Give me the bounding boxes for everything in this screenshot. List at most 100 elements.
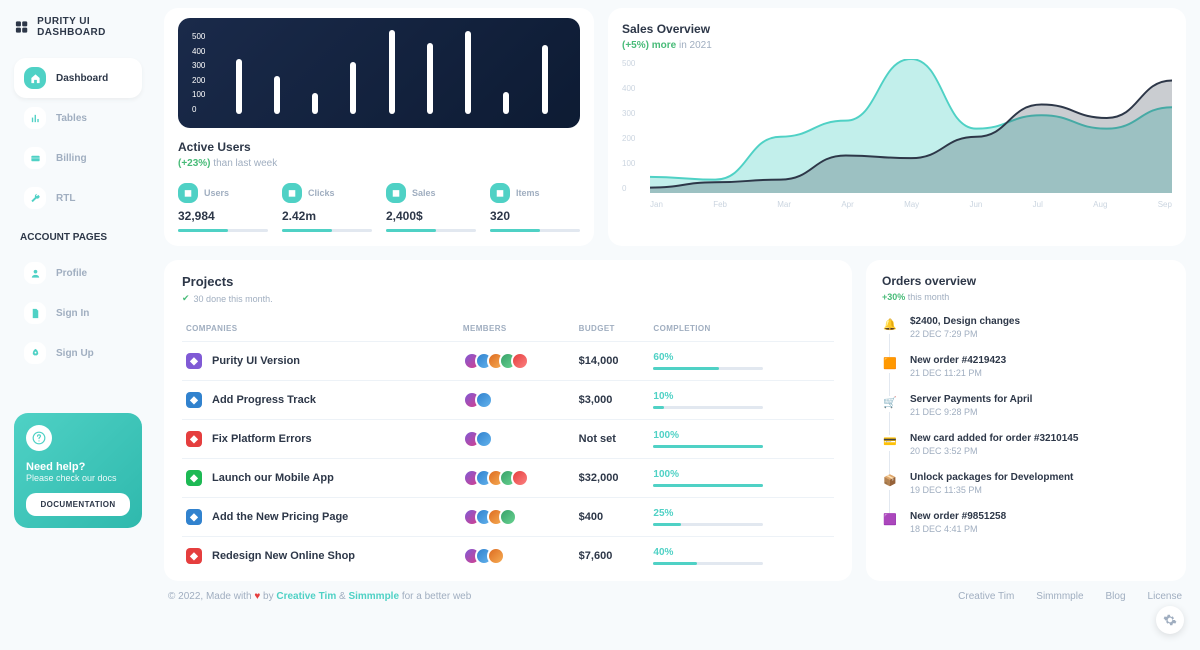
members <box>463 430 571 448</box>
bar <box>389 30 395 114</box>
avatar <box>499 508 517 526</box>
help-title: Need help? <box>26 461 130 473</box>
nav-item-billing[interactable]: Billing <box>14 138 142 178</box>
col-budget: BUDGET <box>575 316 650 342</box>
bar-chart: 5004003002001000 <box>178 18 580 128</box>
stat-icon: ◼ <box>386 183 406 203</box>
nav-label: Billing <box>56 153 87 164</box>
stat-users: ◼Users32,984 <box>178 183 268 232</box>
table-row[interactable]: ◆Fix Platform ErrorsNot set100% <box>182 420 834 459</box>
nav-section-account: ACCOUNT PAGES <box>20 232 142 243</box>
bar <box>350 62 356 114</box>
table-row[interactable]: ◆Launch our Mobile App$32,000100% <box>182 459 834 498</box>
help-sub: Please check our docs <box>26 473 130 483</box>
completion: 100% <box>653 430 830 448</box>
brand: PURITY UI DASHBOARD <box>14 16 142 38</box>
budget: $32,000 <box>575 459 650 498</box>
bar <box>274 76 280 114</box>
footer-left: © 2022, Made with ♥ by Creative Tim & Si… <box>168 591 471 602</box>
timeline-item: 🟧New order #421942321 DEC 11:21 PM <box>882 355 1170 394</box>
nav-label: Dashboard <box>56 73 108 84</box>
projects-subtitle: ✔ 30 done this month. <box>182 293 834 304</box>
budget: $7,600 <box>575 537 650 576</box>
members <box>463 547 571 565</box>
stat-progress <box>282 229 372 232</box>
stat-progress <box>490 229 580 232</box>
nav-label: Sign Up <box>56 348 94 359</box>
help-card: Need help? Please check our docs DOCUMEN… <box>14 413 142 528</box>
main: 5004003002001000 Active Users (+23%) tha… <box>156 0 1200 650</box>
nav-item-tables[interactable]: Tables <box>14 98 142 138</box>
budget: $14,000 <box>575 342 650 381</box>
avatar <box>511 469 529 487</box>
stat-items: ◼Items320 <box>490 183 580 232</box>
active-users-card: 5004003002001000 Active Users (+23%) tha… <box>164 8 594 246</box>
brand-label: PURITY UI DASHBOARD <box>37 16 142 38</box>
card-icon <box>24 147 46 169</box>
company-icon: ◆ <box>186 509 202 525</box>
nav-label: RTL <box>56 193 75 204</box>
members <box>463 352 571 370</box>
sales-title: Sales Overview <box>622 22 1172 36</box>
nav-label: Tables <box>56 113 87 124</box>
rocket-icon <box>24 342 46 364</box>
timeline-item: 🔔$2400, Design changes22 DEC 7:29 PM <box>882 316 1170 355</box>
table-row[interactable]: ◆Purity UI Version$14,00060% <box>182 342 834 381</box>
home-icon <box>24 67 46 89</box>
nav-item-sign-up[interactable]: Sign Up <box>14 333 142 373</box>
nav-item-rtl[interactable]: RTL <box>14 178 142 218</box>
stat-progress <box>386 229 476 232</box>
timeline-icon: 🟪 <box>882 511 898 527</box>
projects-card: Projects ✔ 30 done this month. COMPANIES… <box>164 260 852 581</box>
footer-link-creative-tim[interactable]: Creative Tim <box>276 591 336 602</box>
footer-link-creative-tim[interactable]: Creative Tim <box>958 591 1014 602</box>
nav-item-profile[interactable]: Profile <box>14 253 142 293</box>
gear-icon <box>1163 613 1177 627</box>
table-row[interactable]: ◆Add Progress Track$3,00010% <box>182 381 834 420</box>
projects-title: Projects <box>182 274 834 289</box>
company-icon: ◆ <box>186 431 202 447</box>
col-companies: COMPANIES <box>182 316 459 342</box>
timeline-item: 🛒Server Payments for April21 DEC 9:28 PM <box>882 394 1170 433</box>
wrench-icon <box>24 187 46 209</box>
members <box>463 508 571 526</box>
footer-link-simmmple[interactable]: Simmmple <box>1036 591 1083 602</box>
timeline-item: 🟪New order #985125818 DEC 4:41 PM <box>882 511 1170 550</box>
settings-fab[interactable] <box>1156 606 1184 634</box>
nav-label: Profile <box>56 268 87 279</box>
person-icon <box>24 262 46 284</box>
bar <box>236 59 242 114</box>
table-row[interactable]: ◆Redesign New Online Shop$7,60040% <box>182 537 834 576</box>
table-row[interactable]: ◆Add the New Pricing Page$40025% <box>182 498 834 537</box>
timeline-icon: 🛒 <box>882 394 898 410</box>
orders-title: Orders overview <box>882 274 1170 288</box>
stat-icon: ◼ <box>490 183 510 203</box>
footer-link-simmmple[interactable]: Simmmple <box>348 591 399 602</box>
members <box>463 469 571 487</box>
bar <box>427 43 433 114</box>
sales-overview-card: Sales Overview (+5%) more in 2021 500400… <box>608 8 1186 246</box>
footer-link-blog[interactable]: Blog <box>1106 591 1126 602</box>
stat-sales: ◼Sales2,400$ <box>386 183 476 232</box>
completion: 100% <box>653 469 830 487</box>
nav-label: Sign In <box>56 308 89 319</box>
stat-icon: ◼ <box>178 183 198 203</box>
timeline-icon: 💳 <box>882 433 898 449</box>
bar <box>542 45 548 114</box>
company-icon: ◆ <box>186 353 202 369</box>
budget: $3,000 <box>575 381 650 420</box>
nav-item-sign-in[interactable]: Sign In <box>14 293 142 333</box>
check-icon: ✔ <box>182 293 190 304</box>
timeline-item: 💳New card added for order #321014520 DEC… <box>882 433 1170 472</box>
completion: 40% <box>653 547 830 565</box>
documentation-button[interactable]: DOCUMENTATION <box>26 493 130 516</box>
footer-link-license[interactable]: License <box>1148 591 1182 602</box>
doc-icon <box>24 302 46 324</box>
company-icon: ◆ <box>186 548 202 564</box>
company-icon: ◆ <box>186 392 202 408</box>
orders-timeline: 🔔$2400, Design changes22 DEC 7:29 PM🟧New… <box>882 316 1170 550</box>
company-icon: ◆ <box>186 470 202 486</box>
active-users-title: Active Users <box>178 140 580 154</box>
avatar <box>487 547 505 565</box>
nav-item-dashboard[interactable]: Dashboard <box>14 58 142 98</box>
